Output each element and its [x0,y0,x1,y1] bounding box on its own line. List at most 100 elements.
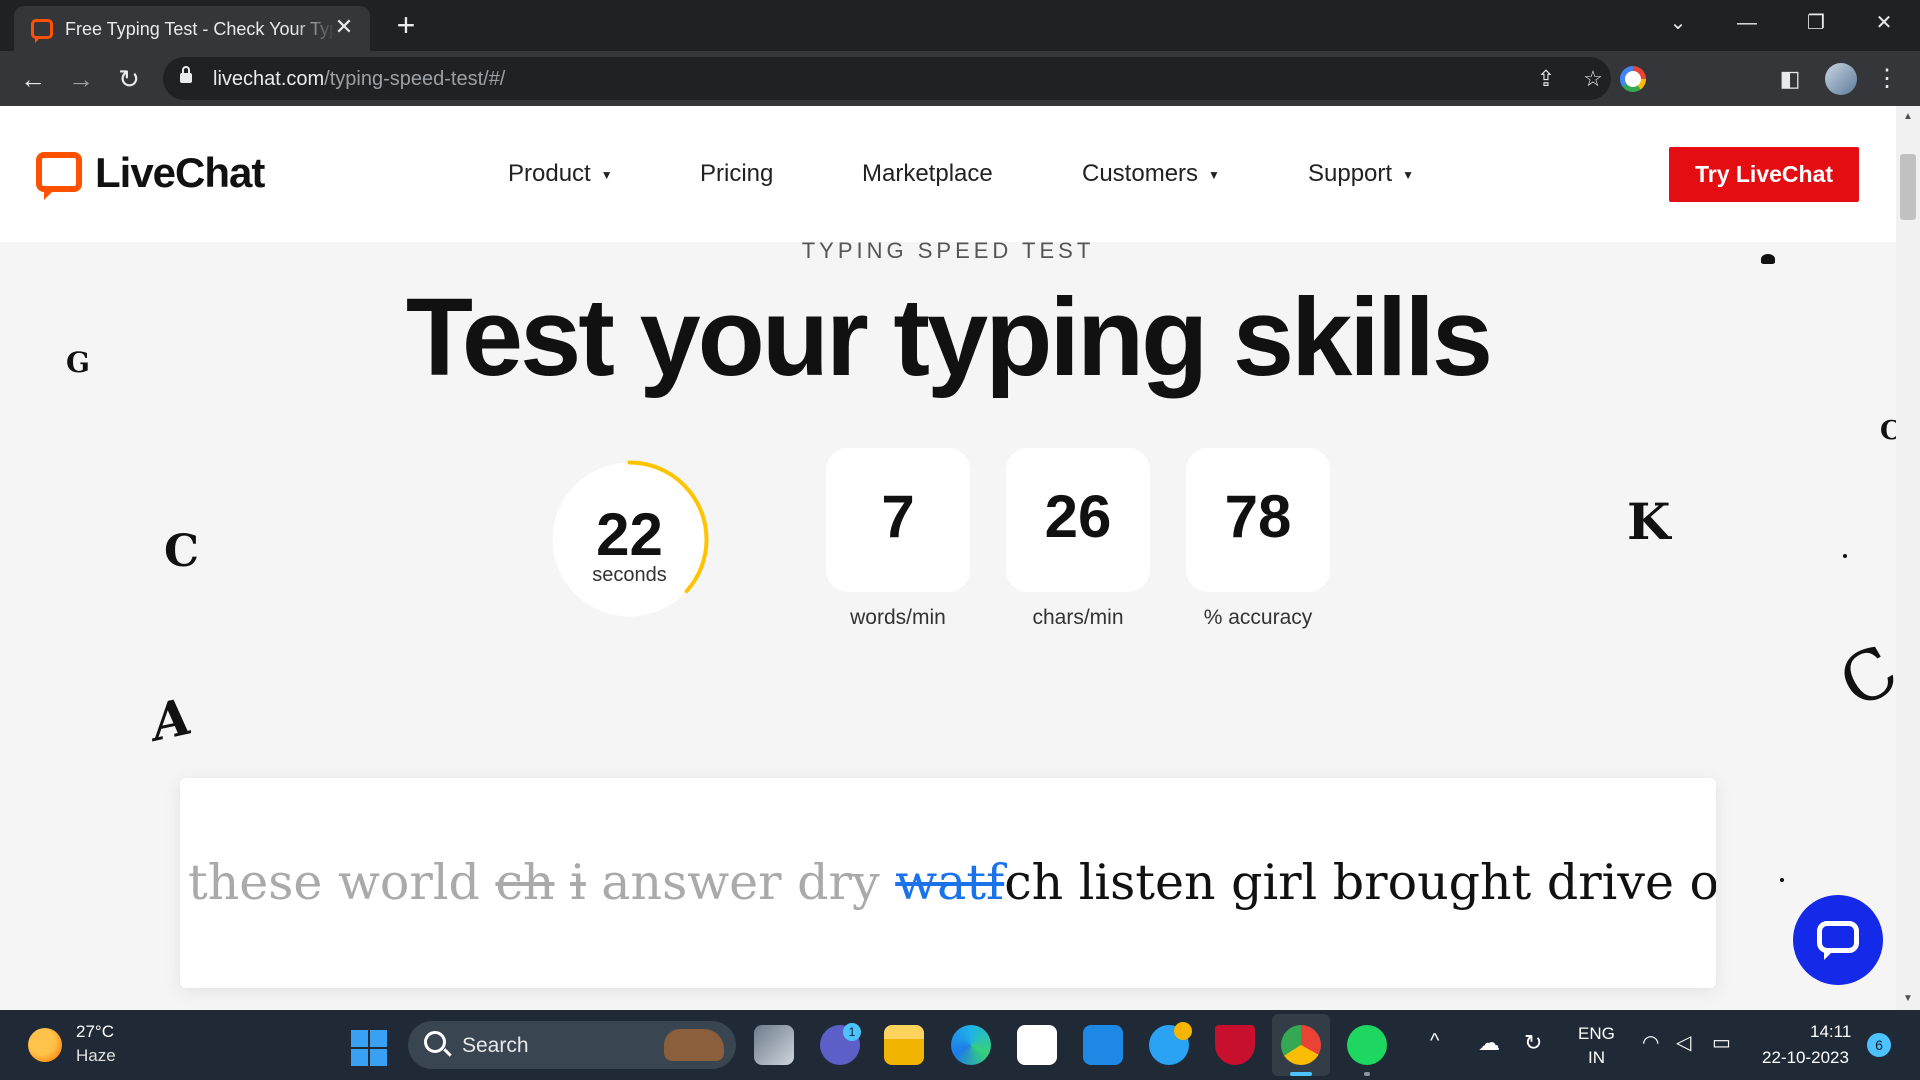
file-explorer-icon[interactable] [884,1025,924,1065]
spotify-icon[interactable] [1347,1025,1387,1065]
tab-search-chevron-icon[interactable]: ⌄ [1658,8,1698,38]
spotify-running-indicator [1364,1072,1370,1076]
try-livechat-button[interactable]: Try LiveChat [1669,147,1859,202]
tray-overflow-chevron-icon[interactable]: ^ [1430,1030,1439,1053]
volume-icon[interactable]: ◁ [1676,1030,1691,1055]
timer-unit: seconds [592,564,667,586]
clock-time[interactable]: 14:11 [1810,1022,1851,1042]
sync-icon[interactable]: ↻ [1524,1030,1542,1056]
nav-product[interactable]: Product ▼ [508,160,613,188]
browser-tab-bar: Free Typing Test - Check Your Typing Spe… [0,0,1920,51]
lock-icon[interactable] [180,66,192,83]
typed-words: these world [188,854,496,911]
url-text[interactable]: livechat.com/typing-speed-test/#/ [213,68,505,91]
words-per-min-value: 7 [881,483,915,550]
typing-text-line[interactable]: these world ch i answer dry watfch liste… [188,854,1716,911]
forward-arrow-icon[interactable]: → [65,63,97,95]
chars-per-min-card: 26 [1006,448,1150,592]
browser-tab-active[interactable]: Free Typing Test - Check Your Typing Spe… [14,6,370,51]
edge-browser-icon[interactable] [951,1025,991,1065]
weather-desc[interactable]: Haze [76,1046,116,1066]
onedrive-cloud-icon[interactable]: ☁ [1478,1030,1500,1056]
floating-letter-k: K [1627,492,1671,551]
address-bar[interactable]: livechat.com/typing-speed-test/#/ ⇪ ☆ [163,57,1646,100]
scroll-thumb[interactable] [1900,154,1916,220]
clock-date[interactable]: 22-10-2023 [1762,1048,1849,1068]
battery-icon[interactable]: ▭ [1712,1030,1731,1055]
weather-haze-icon[interactable] [28,1028,62,1062]
floating-letter-a: A [146,686,197,753]
site-header: LiveChat Product ▼ Pricing Marketplace Cu… [0,106,1896,242]
bookmark-star-icon[interactable]: ☆ [1579,65,1607,93]
timer-value: 22 [596,501,663,568]
chrome-icon[interactable] [1281,1025,1321,1065]
help-badge [1174,1022,1192,1040]
myhp-icon[interactable] [1083,1025,1123,1065]
countdown-timer: 22 seconds [548,458,711,621]
nav-customers[interactable]: Customers ▼ [1082,160,1220,188]
typing-area[interactable]: these world ch i answer dry watfch liste… [180,778,1716,988]
profile-avatar[interactable] [1825,63,1857,95]
back-arrow-icon[interactable]: ← [17,63,49,95]
words-per-min-label: words/min [850,606,946,629]
caret-down-icon: ▼ [1208,167,1220,182]
mistyped-word: i [570,854,586,911]
tab-close-icon[interactable]: ✕ [332,15,356,39]
search-icon [424,1031,446,1053]
page-scrollbar[interactable]: ▲ ▼ [1896,106,1920,1010]
search-label: Search [462,1034,529,1057]
chat-icon [1817,921,1859,960]
typed-words: answer dry [585,854,896,911]
floating-letter-c-edge: C [1880,416,1896,446]
web-page: LiveChat Product ▼ Pricing Marketplace Cu… [0,106,1896,1010]
windows-start-icon[interactable] [351,1030,387,1066]
notification-badge[interactable]: 6 [1867,1033,1891,1057]
minimize-button[interactable]: — [1727,8,1767,38]
chars-per-min-value: 26 [1044,483,1112,550]
windows-taskbar: 27°C Haze Search 1 ^ ☁ ↻ ENG IN ◠ ◁ ▭ 14… [0,1010,1920,1080]
taskbar-search[interactable]: Search [408,1021,736,1069]
caret-down-icon: ▼ [1402,167,1414,182]
google-lens-icon[interactable] [1620,66,1646,92]
accuracy-card: 78 [1186,448,1330,592]
nav-marketplace[interactable]: Marketplace [862,160,993,188]
task-view-icon[interactable] [754,1025,794,1065]
scroll-down-icon[interactable]: ▼ [1896,990,1920,1008]
floating-letter-c-large: C [1826,630,1896,725]
close-window-button[interactable]: ✕ [1864,8,1904,38]
accuracy-value: 78 [1224,483,1292,550]
lang-line2[interactable]: IN [1588,1048,1605,1068]
floating-letter-g: G [66,346,90,379]
logo-text[interactable]: LiveChat [95,149,265,197]
mcafee-icon[interactable] [1215,1025,1255,1065]
restore-button[interactable]: ❐ [1796,8,1836,38]
chat-widget-button[interactable] [1793,895,1883,985]
page-title: Test your typing skills [405,276,1493,399]
tab-title: Free Typing Test - Check Your Typing Spe… [65,19,335,39]
teams-badge: 1 [843,1023,861,1041]
side-panel-icon[interactable]: ◧ [1774,63,1806,95]
nav-pricing[interactable]: Pricing [700,160,773,188]
words-per-min-card: 7 [826,448,970,592]
lang-line1[interactable]: ENG [1578,1024,1615,1044]
search-highlight-image [664,1029,724,1061]
current-word-typed: watf [895,854,1005,911]
caret-down-icon: ▼ [600,167,613,182]
floating-dot [1843,554,1847,558]
floating-dot [1780,878,1784,882]
browser-menu-icon[interactable]: ⋮ [1871,63,1903,95]
microsoft-store-icon[interactable] [1017,1025,1057,1065]
weather-temp[interactable]: 27°C [76,1022,114,1042]
remaining-words: ch listen girl brought drive order [1004,854,1716,911]
share-icon[interactable]: ⇪ [1532,65,1560,93]
nav-support[interactable]: Support ▼ [1308,160,1414,188]
accuracy-label: % accuracy [1203,606,1313,629]
scroll-up-icon[interactable]: ▲ [1896,108,1920,126]
livechat-logo-icon[interactable] [36,152,82,200]
chars-per-min-label: chars/min [1032,606,1124,629]
chrome-active-indicator [1290,1072,1312,1076]
floating-letter-c: C [164,526,200,577]
wifi-icon[interactable]: ◠ [1642,1030,1659,1055]
new-tab-button[interactable]: + [390,9,422,42]
reload-icon[interactable]: ↻ [113,63,145,95]
